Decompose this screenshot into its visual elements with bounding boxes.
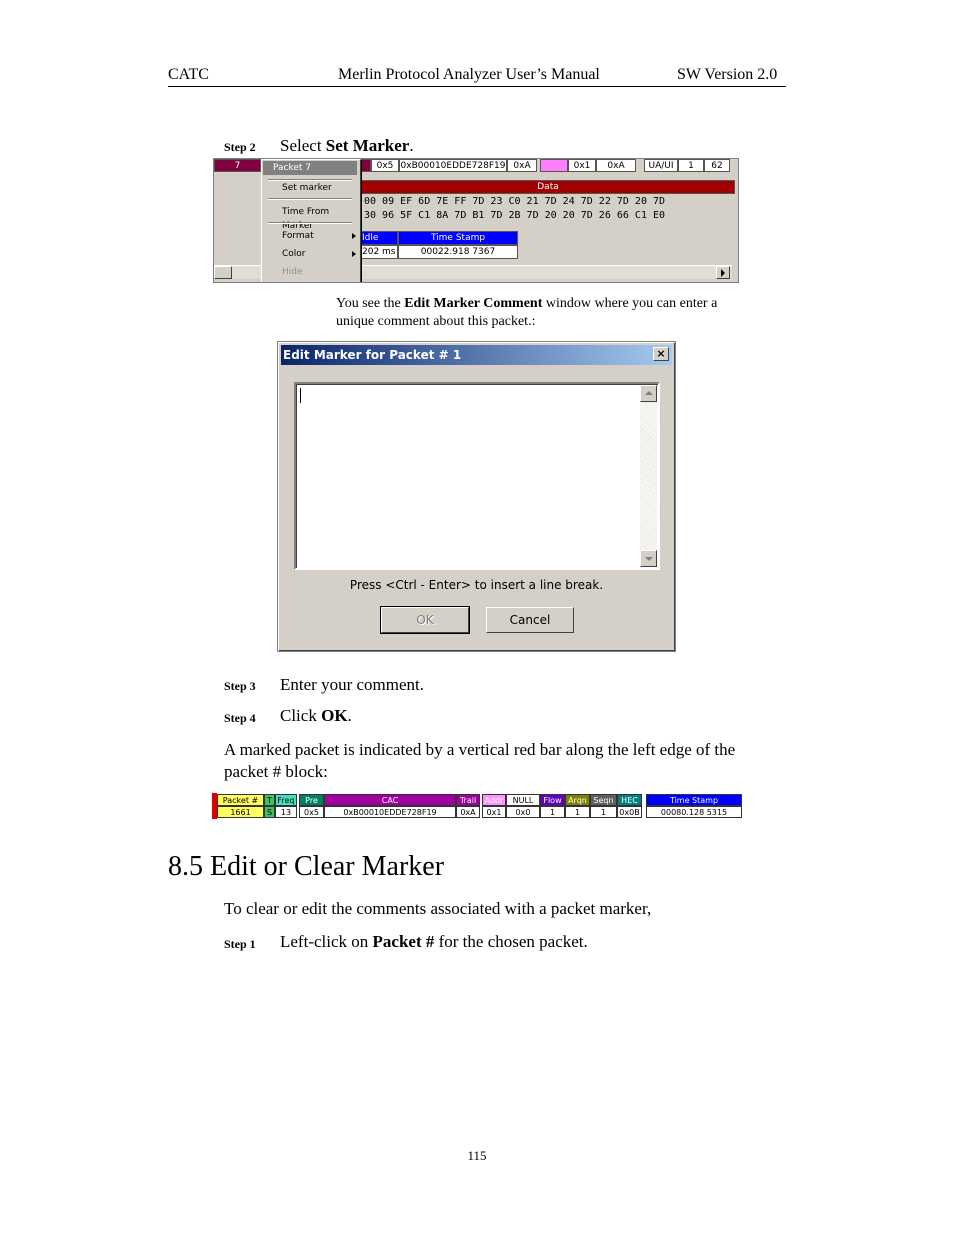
step-3-label: Step 3 [224,679,256,693]
menu-item-hide[interactable]: Hide [262,265,358,279]
ok-button[interactable]: OK [380,606,470,634]
strip-header-t: T [264,794,275,806]
section-heading: 8.5 Edit or Clear Marker [168,851,445,882]
field-flow: 1 [678,159,704,172]
edit-marker-dialog: Edit Marker for Packet # 1 × Press <Ctrl… [277,341,676,652]
data-header: Data [361,180,735,194]
strip-header-null: NULL [506,794,540,806]
idle-value: 202 ms [361,245,398,259]
strip-value-hec: 0x0B [617,806,642,818]
strip-header-seqn: Seqn [590,794,617,806]
step-2-label: Step 2 [224,140,256,154]
strip-value-flow: 1 [540,806,565,818]
packet-number-cell[interactable]: 7 [214,159,261,172]
field-cac: 0xB00010EDDE728F19 [399,159,507,172]
close-icon: × [656,347,666,360]
caption-line-1: You see the Edit Marker Comment window w… [336,296,718,311]
strip-value-pre: 0x5 [299,806,324,818]
strip-header-timestamp: Time Stamp [646,794,742,806]
comment-input[interactable] [294,382,660,570]
strip-value-trail: 0xA [456,806,480,818]
step-1-text: Left-click on Packet # for the chosen pa… [280,932,588,951]
caption-line-2: unique comment about this packet.: [336,314,536,329]
field-type: 0xA [596,159,636,172]
text-caret [300,388,301,403]
menu-item-format[interactable]: Format [262,229,358,243]
dialog-titlebar: Edit Marker for Packet # 1 × [281,345,672,365]
scroll-down-button[interactable] [640,550,657,567]
arrow-down-icon [645,557,653,561]
marked-paragraph-line-1: A marked packet is indicated by a vertic… [224,740,736,759]
context-menu: Packet 7 Set marker Time From Marker For… [261,159,361,282]
step-4-text: Click OK. [280,706,352,725]
header-version: SW Version 2.0 [677,66,778,83]
strip-value-freq: 13 [275,806,297,818]
cancel-button[interactable]: Cancel [486,607,574,633]
menu-item-set-marker[interactable]: Set marker [262,181,358,195]
scroll-up-button[interactable] [640,385,657,402]
section-paragraph: To clear or edit the comments associated… [224,899,652,918]
marker-bar [361,159,371,172]
strip-value-packet[interactable]: 1661 [217,806,264,818]
strip-value-cac: 0xB00010EDDE728F19 [324,806,456,818]
field-addr-header [540,159,568,172]
strip-header-addr: Addr [482,794,506,806]
strip-header-cac: CAC [324,794,456,806]
step-2-text: Select Set Marker. [280,136,414,155]
page-number: 115 [467,1148,487,1163]
step-3-text: Enter your comment. [280,675,424,694]
vertical-scrollbar[interactable] [640,385,657,567]
strip-header-flow: Flow [540,794,565,806]
menu-separator [268,198,352,200]
strip-value-seqn: 1 [590,806,617,818]
strip-value-null: 0x0 [506,806,540,818]
field-llid: UA/UI [644,159,678,172]
strip-header-arqn: Arqn [565,794,590,806]
strip-value-arqn: 1 [565,806,590,818]
arrow-up-icon [645,391,653,395]
context-menu-title: Packet 7 [263,161,357,175]
strip-header-pre: Pre [299,794,324,806]
strip-value-timestamp: 00080.128 5315 [646,806,742,818]
idle-header: Idle [361,231,398,245]
menu-separator [268,222,352,224]
menu-item-time-from-marker[interactable]: Time From Marker [262,205,358,231]
scroll-left-button[interactable] [214,266,232,279]
timestamp-header: Time Stamp [398,231,518,245]
marked-packet-strip: Packet # T Freq Pre CAC Trail Addr NULL … [212,793,742,819]
strip-value-addr: 0x1 [482,806,506,818]
submenu-arrow-icon [352,251,356,257]
header-left: CATC [168,66,209,83]
strip-value-t: S [264,806,275,818]
hex-row-2: 30 96 5F C1 8A 7D B1 7D 2B 7D 20 20 7D 2… [364,210,666,221]
scroll-right-button[interactable] [716,266,730,279]
field-trail: 0xA [507,159,537,172]
strip-header-packet: Packet # [217,794,264,806]
packet-view-screenshot: 7 0x5 0xB00010EDDE728F19 0xA 0x1 0xA UA/… [213,158,739,283]
strip-header-freq: Freq [275,794,297,806]
header-rule [168,86,786,87]
menu-item-color[interactable]: Color [262,247,358,261]
step-1-label: Step 1 [224,937,256,951]
strip-header-trail: Trail [456,794,480,806]
line-break-hint: Press <Ctrl - Enter> to insert a line br… [349,578,604,592]
arrow-right-icon [721,269,725,277]
field-pre: 0x5 [371,159,399,172]
hex-row-1: 00 09 EF 6D 7E FF 7D 23 C0 21 7D 24 7D 2… [364,196,666,207]
timestamp-value: 00022.918 7367 [398,245,518,259]
dialog-title: Edit Marker for Packet # 1 [283,348,462,362]
step-4-label: Step 4 [224,711,256,725]
field-addr: 0x1 [568,159,596,172]
strip-header-hec: HEC [617,794,642,806]
marked-paragraph-line-2: packet # block: [224,762,328,781]
close-button[interactable]: × [653,347,669,361]
header-title: Merlin Protocol Analyzer User’s Manual [338,66,600,83]
submenu-arrow-icon [352,233,356,239]
field-length: 62 [704,159,730,172]
